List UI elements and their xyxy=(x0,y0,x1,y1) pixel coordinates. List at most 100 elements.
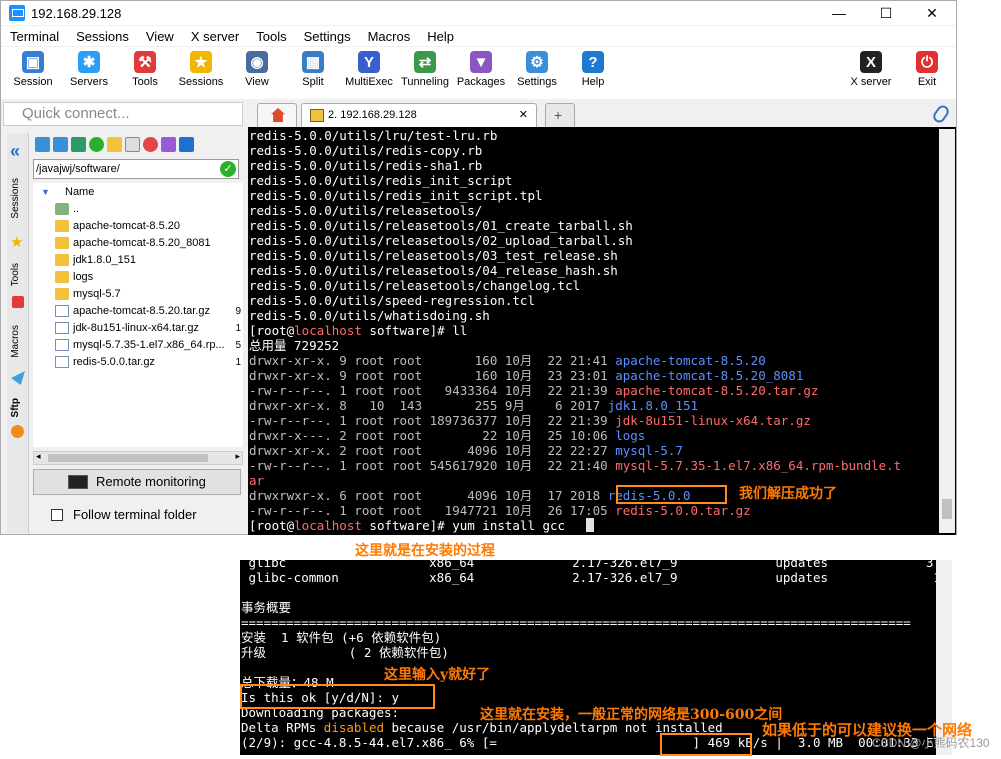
terminal-text: ========================================… xyxy=(241,615,911,630)
file-row[interactable]: apache-tomcat-8.5.20 xyxy=(33,218,243,235)
toolbar-label: Split xyxy=(302,76,324,88)
toolbar-settings-button[interactable]: ⚙ Settings xyxy=(509,49,565,88)
terminal-text: redis-5.0.0/utils/redis-sha1.rb xyxy=(249,158,483,173)
scroll-right-icon[interactable]: ▸ xyxy=(235,451,240,462)
paperclip-icon[interactable] xyxy=(930,103,952,125)
terminal-scrollbar[interactable] xyxy=(939,129,955,533)
terminal-output-top[interactable]: redis-5.0.0/utils/lru/test-lru.rb redis-5… xyxy=(248,127,956,535)
view-icon: ◉ xyxy=(246,51,268,73)
toolbar-view-button[interactable]: ◉ View xyxy=(229,49,285,88)
name-column-header: Name xyxy=(65,186,95,198)
terminal-text: 事务概要 xyxy=(241,600,292,615)
toolbar-exit-button[interactable]: ⏻ Exit xyxy=(899,49,955,88)
side-strip: « Sessions ★ Tools Macros Sftp xyxy=(7,133,29,533)
menu-xserver[interactable]: X server xyxy=(182,29,247,44)
file-row[interactable]: mysql-5.7.35-1.el7.x86_64.rp... 5 xyxy=(33,337,243,354)
checkbox-box[interactable] xyxy=(51,508,63,521)
new-tab-button[interactable]: + xyxy=(545,103,575,127)
file-row[interactable]: logs xyxy=(33,269,243,286)
terminal-line: [root@localhost software]# yum install g… xyxy=(249,518,565,533)
collapse-chevron-icon[interactable]: « xyxy=(10,141,20,162)
power-icon: ⏻ xyxy=(916,51,938,73)
session-tab-label: 2. 192.168.29.128 xyxy=(328,109,417,121)
terminal-sync-icon[interactable] xyxy=(179,136,194,152)
minimize-button[interactable]: — xyxy=(816,1,862,25)
file-row[interactable]: apache-tomcat-8.5.20.tar.gz 9 xyxy=(33,303,243,320)
toolbar-label: Help xyxy=(581,76,605,88)
toolbar-tunneling-button[interactable]: ⇄ Tunneling xyxy=(397,49,453,88)
file-row[interactable]: mysql-5.7 xyxy=(33,286,243,303)
terminal-line: redis-5.0.0/utils/releasetools/01_create… xyxy=(249,218,633,233)
file-name: jdk1.8.0_151 xyxy=(73,254,136,266)
file-name: apache-tomcat-8.5.20.tar.gz xyxy=(73,305,210,317)
close-button[interactable]: ✕ xyxy=(909,1,955,25)
horizontal-scrollbar[interactable]: ◂ ▸ xyxy=(33,451,243,465)
macros-side-tab[interactable]: Macros xyxy=(10,325,21,358)
refresh-icon[interactable] xyxy=(89,136,104,152)
menu-tools[interactable]: Tools xyxy=(247,29,294,44)
toolbar-session-button[interactable]: ▣ Session xyxy=(5,49,61,88)
terminal-text: redis-5.0.0/utils/releasetools/02_upload… xyxy=(249,233,633,248)
menu-view[interactable]: View xyxy=(137,29,182,44)
follow-terminal-folder-checkbox[interactable]: Follow terminal folder xyxy=(51,507,197,522)
sftp-path-text: /javajwj/software/ xyxy=(36,163,120,175)
tab-close-icon[interactable]: ✕ xyxy=(519,108,528,121)
terminal-tab-icon xyxy=(310,109,324,122)
file-row[interactable]: apache-tomcat-8.5.20_8081 xyxy=(33,235,243,252)
upload-arrow-icon[interactable] xyxy=(71,136,86,152)
maximize-button[interactable]: ☐ xyxy=(863,1,909,25)
tools-side-tab[interactable]: Tools xyxy=(10,263,21,286)
checkmark-icon[interactable]: ✓ xyxy=(220,161,236,177)
terminal-text: apache-tomcat-8.5.20_8081 xyxy=(615,368,804,383)
toolbar-split-button[interactable]: ▦ Split xyxy=(285,49,341,88)
sessions-side-tab[interactable]: Sessions xyxy=(10,178,21,219)
file-row[interactable]: jdk1.8.0_151 xyxy=(33,252,243,269)
toolbar-help-button[interactable]: ? Help xyxy=(565,49,621,88)
terminal-line: [root@localhost software]# ll xyxy=(249,323,467,338)
toolbar-multiexec-button[interactable]: Y MultiExec xyxy=(341,49,397,88)
menu-terminal[interactable]: Terminal xyxy=(1,29,67,44)
home-tab[interactable] xyxy=(257,103,297,127)
menu-help[interactable]: Help xyxy=(418,29,462,44)
terminal-line: -rw-r--r--. 1 root root 545617920 10月 22… xyxy=(249,458,901,473)
toolbar-sessions-button[interactable]: ★ Sessions xyxy=(173,49,229,88)
scrollbar-thumb[interactable] xyxy=(48,454,208,462)
toolbar-packages-button[interactable]: ▼ Packages xyxy=(453,49,509,88)
terminal-line: drwxr-xr-x. 8 10 143 255 9月 6 2017 jdk1.… xyxy=(249,398,698,413)
terminal-cursor xyxy=(586,518,594,532)
file-row[interactable]: jdk-8u151-linux-x64.tar.gz 1 xyxy=(33,320,243,337)
toolbar-x-server-button[interactable]: X X server xyxy=(843,49,899,88)
session-tab-active[interactable]: 2. 192.168.29.128 ✕ xyxy=(301,103,537,127)
main-toolbar: ▣ Session ✱ Servers ⚒ Tools ★ Sessions ◉ View ▦ Spl… xyxy=(1,47,956,99)
new-folder-icon[interactable] xyxy=(107,136,122,152)
menu-macros[interactable]: Macros xyxy=(359,29,419,44)
terminal-text: -rw-r--r--. 1 root root 9433364 10月 22 2… xyxy=(249,383,616,398)
terminal-text: 升级 ( 2 依赖软件包) xyxy=(241,645,449,660)
terminal-text: mysql-5.7.35-1.el7.x86_64.rpm-bundle.t xyxy=(615,458,902,473)
sftp-path-input[interactable]: /javajwj/software/ ✓ xyxy=(33,159,239,179)
upload-icon[interactable] xyxy=(35,136,50,152)
terminal-scroll-thumb[interactable] xyxy=(942,499,952,519)
rename-icon[interactable] xyxy=(161,136,176,152)
terminal-line: 总用量 729252 xyxy=(249,338,339,353)
remote-monitoring-button[interactable]: Remote monitoring xyxy=(33,469,241,495)
title-bar[interactable]: 192.168.29.128 — ☐ ✕ xyxy=(1,1,956,25)
menu-sessions[interactable]: Sessions xyxy=(67,29,137,44)
terminal-text: -rw-r--r--. 1 root root 545617920 10月 22… xyxy=(249,458,616,473)
menu-settings[interactable]: Settings xyxy=(295,29,359,44)
toolbar-tools-button[interactable]: ⚒ Tools xyxy=(117,49,173,88)
quick-connect-input[interactable]: Quick connect... xyxy=(3,102,243,126)
file-row[interactable]: redis-5.0.0.tar.gz 1 xyxy=(33,354,243,371)
delete-icon[interactable] xyxy=(143,136,158,152)
terminal-text: mysql-5.7 xyxy=(615,443,683,458)
scroll-left-icon[interactable]: ◂ xyxy=(36,451,41,462)
download-icon[interactable] xyxy=(53,136,68,152)
file-name: mysql-5.7 xyxy=(73,288,121,300)
terminal-text: jdk1.8.0_151 xyxy=(607,398,698,413)
new-file-icon[interactable] xyxy=(125,136,140,152)
toolbar-servers-button[interactable]: ✱ Servers xyxy=(61,49,117,88)
terminal-text: drwxr-xr-x. 2 root root 4096 10月 22 22:2… xyxy=(249,443,616,458)
file-list-header[interactable]: ▼ Name xyxy=(33,183,243,201)
file-row[interactable]: .. xyxy=(33,201,243,218)
sftp-side-tab[interactable]: Sftp xyxy=(10,398,21,417)
